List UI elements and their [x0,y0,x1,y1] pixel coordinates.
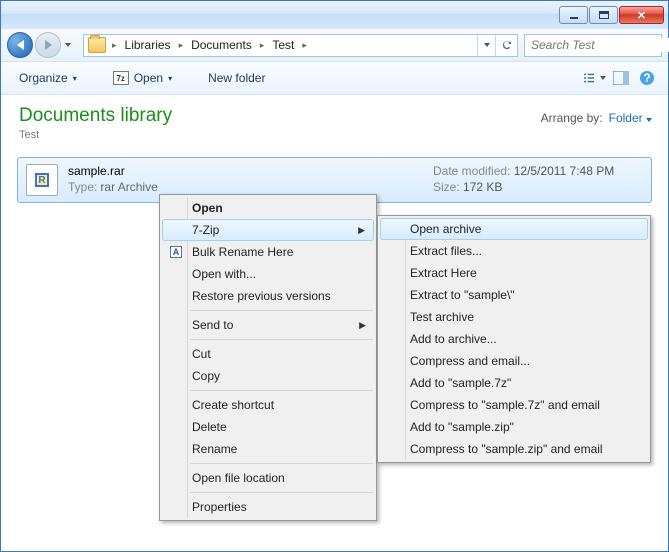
submenu-arrow-icon: ▶ [358,225,365,236]
new-folder-button[interactable]: New folder [200,67,273,89]
ctx-create-shortcut[interactable]: Create shortcut [162,394,374,416]
maximize-icon [599,11,609,19]
help-icon: ? [639,70,655,86]
context-submenu-7zip: Open archive Extract files... Extract He… [377,215,651,463]
view-icon [584,71,597,85]
sub-compress-email[interactable]: Compress and email... [380,350,648,372]
breadcrumb-seg-libraries[interactable]: Libraries [119,38,177,52]
file-meta: Date modified: 12/5/2011 7:48 PM Size: 1… [433,164,643,196]
ctx-bulk-rename[interactable]: ABulk Rename Here [162,241,374,263]
nav-row: ▸ Libraries ▸ Documents ▸ Test ▸ [1,29,668,62]
ctx-cut[interactable]: Cut [162,343,374,365]
sevenzip-icon: 7z [113,71,129,85]
chevron-right-icon: ▸ [177,40,186,51]
bulk-rename-icon: A [170,246,182,258]
chevron-right-icon: ▸ [258,40,267,51]
organize-button[interactable]: Organize ▾ [11,67,85,89]
ctx-send-to[interactable]: Send to▶ [162,314,374,336]
arrange-value[interactable]: Folder [609,111,652,125]
sub-add-zip[interactable]: Add to "sample.zip" [380,416,648,438]
breadcrumb-dropdown[interactable] [477,35,495,56]
chevron-down-icon: ▾ [168,74,172,83]
organize-label: Organize [19,71,68,85]
breadcrumb-seg-documents[interactable]: Documents [185,38,258,52]
forward-button[interactable] [35,32,61,58]
view-button[interactable] [584,67,606,89]
breadcrumb[interactable]: ▸ Libraries ▸ Documents ▸ Test ▸ [83,34,518,57]
ctx-copy[interactable]: Copy [162,365,374,387]
ctx-open[interactable]: Open [162,197,374,219]
sub-open-archive[interactable]: Open archive [380,218,648,240]
ctx-open-file-location[interactable]: Open file location [162,467,374,489]
minimize-button[interactable] [559,6,588,24]
arrow-right-icon [45,40,52,50]
chevron-down-icon [600,76,606,80]
maximize-button[interactable] [589,6,618,24]
help-button[interactable]: ? [636,67,658,89]
chevron-down-icon: ▾ [73,74,77,83]
sub-extract-to[interactable]: Extract to "sample\" [380,284,648,306]
context-menu: Open 7-Zip▶ ABulk Rename Here Open with.… [159,194,377,521]
svg-text:?: ? [643,71,650,85]
refresh-icon [500,38,514,52]
chevron-down-icon [484,43,490,47]
library-subtitle: Test [19,129,172,141]
library-title: Documents library [19,105,172,127]
toolbar: Organize ▾ 7z Open ▾ New folder ? [1,62,668,95]
arrange-label: Arrange by: [541,111,603,125]
sub-extract-here[interactable]: Extract Here [380,262,648,284]
ctx-7zip[interactable]: 7-Zip▶ [162,219,374,241]
rar-file-icon: R [26,164,58,196]
ctx-properties[interactable]: Properties [162,496,374,518]
chevron-right-icon: ▸ [110,40,119,51]
sub-extract-files[interactable]: Extract files... [380,240,648,262]
refresh-button[interactable] [495,35,517,56]
back-button[interactable] [7,32,33,58]
arrange-by: Arrange by: Folder [541,111,652,125]
ctx-restore[interactable]: Restore previous versions [162,285,374,307]
open-label: Open [134,71,163,85]
ctx-delete[interactable]: Delete [162,416,374,438]
search-input[interactable] [525,38,669,52]
ctx-rename[interactable]: Rename [162,438,374,460]
close-button[interactable]: ✕ [619,6,664,24]
submenu-arrow-icon: ▶ [359,320,366,331]
breadcrumb-seg-test[interactable]: Test [266,38,300,52]
preview-pane-button[interactable] [610,67,632,89]
close-icon: ✕ [637,9,646,22]
file-type: Type: rar Archive [68,180,433,194]
sub-compress-7z-email[interactable]: Compress to "sample.7z" and email [380,394,648,416]
titlebar: ✕ [1,1,668,29]
sub-add-7z[interactable]: Add to "sample.7z" [380,372,648,394]
explorer-window: ✕ ▸ Libraries ▸ Documents ▸ Test ▸ [0,0,669,552]
open-button[interactable]: 7z Open ▾ [105,67,180,89]
preview-pane-icon [613,71,629,85]
sub-test-archive[interactable]: Test archive [380,306,648,328]
minimize-icon [570,17,578,19]
file-name: sample.rar [68,164,433,178]
sub-compress-zip-email[interactable]: Compress to "sample.zip" and email [380,438,648,460]
search-box[interactable] [524,34,662,57]
history-dropdown-icon[interactable] [65,43,71,47]
sub-add-to-archive[interactable]: Add to archive... [380,328,648,350]
arrow-left-icon [17,40,24,50]
library-header: Documents library Test Arrange by: Folde… [1,95,668,153]
new-folder-label: New folder [208,71,265,85]
chevron-down-icon [646,118,652,122]
ctx-open-with[interactable]: Open with... [162,263,374,285]
chevron-right-icon: ▸ [300,40,309,51]
folder-icon [88,37,106,53]
